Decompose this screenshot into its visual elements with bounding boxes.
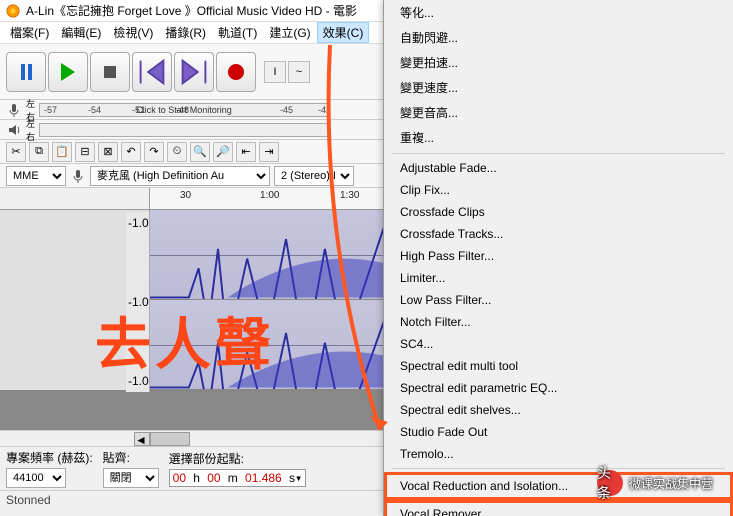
selection-start-time[interactable]: 00 h 00 m 01.486 s▾	[169, 469, 307, 487]
recording-channels-select[interactable]: 2 (Stereo) R	[274, 166, 354, 186]
effect-spectral-multi[interactable]: Spectral edit multi tool	[384, 355, 733, 377]
effect-crossfade-tracks[interactable]: Crossfade Tracks...	[384, 223, 733, 245]
audio-host-select[interactable]: MME	[6, 166, 66, 186]
effect-spectral-eq[interactable]: Spectral edit parametric EQ...	[384, 377, 733, 399]
effect-vocal-remover-highlighted[interactable]: Vocal Remover...	[384, 500, 733, 516]
fit-selection-icon[interactable]: ⇤	[236, 142, 256, 162]
skip-start-button[interactable]	[132, 52, 172, 92]
effect-change-speed[interactable]: 變更速度...	[384, 75, 733, 100]
effect-change-tempo[interactable]: 變更拍速...	[384, 50, 733, 75]
selection-start-label: 選擇部份起點:	[169, 450, 307, 467]
project-rate-select[interactable]: 44100	[6, 468, 66, 488]
microphone-icon-2	[70, 168, 86, 184]
selection-tool-icon[interactable]: I	[264, 61, 286, 83]
effect-tremolo[interactable]: Tremolo...	[384, 443, 733, 465]
effect-studio-fade[interactable]: Studio Fade Out	[384, 421, 733, 443]
fit-project-icon[interactable]: ⇥	[259, 142, 279, 162]
sync-lock-icon[interactable]: ⏲	[167, 142, 187, 162]
effect-repeat[interactable]: 重複...	[384, 125, 733, 150]
effect-limiter[interactable]: Limiter...	[384, 267, 733, 289]
effect-clip-fix[interactable]: Clip Fix...	[384, 179, 733, 201]
snap-to-label: 貼齊:	[103, 449, 159, 466]
recording-device-select[interactable]: 麥克風 (High Definition Au	[90, 166, 270, 186]
playback-meter-track[interactable]	[39, 123, 329, 137]
microphone-icon	[6, 102, 22, 118]
effect-notch-filter[interactable]: Notch Filter...	[384, 311, 733, 333]
skip-end-button[interactable]	[174, 52, 214, 92]
window-title: A-Lin《忘記擁抱 Forget Love 》Official Music V…	[26, 2, 357, 19]
menu-generate[interactable]: 建立(G)	[263, 22, 316, 43]
menu-file[interactable]: 檔案(F)	[4, 22, 55, 43]
scroll-left-arrow[interactable]: ◄	[134, 432, 150, 446]
menu-effect[interactable]: 效果(C)	[317, 22, 370, 43]
effects-dropdown-menu: 等化... 自動閃避... 變更拍速... 變更速度... 變更音高... 重複…	[383, 0, 733, 516]
effect-low-pass[interactable]: Low Pass Filter...	[384, 289, 733, 311]
menu-tracks[interactable]: 軌道(T)	[212, 22, 263, 43]
menu-edit[interactable]: 編輯(E)	[55, 22, 107, 43]
meter-channel-label-2: 左右	[26, 117, 35, 143]
paste-icon[interactable]: 📋	[52, 142, 72, 162]
effect-high-pass[interactable]: High Pass Filter...	[384, 245, 733, 267]
pause-button[interactable]	[6, 52, 46, 92]
redo-icon[interactable]: ↷	[144, 142, 164, 162]
meter-click-text[interactable]: Click to Start Monitoring	[136, 105, 232, 115]
effect-spectral-shelves[interactable]: Spectral edit shelves...	[384, 399, 733, 421]
project-rate-label: 專案頻率 (赫茲):	[6, 449, 93, 466]
play-button[interactable]	[48, 52, 88, 92]
menu-view[interactable]: 檢視(V)	[107, 22, 159, 43]
snap-to-select[interactable]: 關閉	[103, 468, 159, 488]
silence-icon[interactable]: ⊠	[98, 142, 118, 162]
app-icon	[6, 4, 20, 18]
menu-separator	[392, 153, 725, 154]
watermark-icon: 头条	[597, 470, 623, 496]
scroll-thumb[interactable]	[150, 432, 190, 446]
zoom-out-icon[interactable]: 🔎	[213, 142, 233, 162]
watermark-text: 微课实战集中营	[629, 475, 713, 492]
recording-meter-track[interactable]: -57 -54 -51 -48 -45 -42 Click to Start M…	[39, 103, 329, 117]
stop-button[interactable]	[90, 52, 130, 92]
undo-icon[interactable]: ↶	[121, 142, 141, 162]
effect-auto-duck[interactable]: 自動閃避...	[384, 25, 733, 50]
cut-icon[interactable]: ✂	[6, 142, 26, 162]
menu-transport[interactable]: 播錄(R)	[159, 22, 212, 43]
watermark: 头条 微课实战集中营	[597, 470, 713, 496]
status-text: Stonned	[6, 493, 51, 507]
speaker-icon	[6, 122, 22, 138]
effect-adjustable-fade[interactable]: Adjustable Fade...	[384, 157, 733, 179]
trim-icon[interactable]: ⊟	[75, 142, 95, 162]
menu-separator-2	[392, 468, 725, 469]
effect-sc4[interactable]: SC4...	[384, 333, 733, 355]
envelope-tool-icon[interactable]: ~	[288, 61, 310, 83]
effect-equalization[interactable]: 等化...	[384, 0, 733, 25]
annotation-text: 去人聲	[95, 300, 275, 381]
copy-icon[interactable]: ⧉	[29, 142, 49, 162]
effect-change-pitch[interactable]: 變更音高...	[384, 100, 733, 125]
selection-tools: I ~	[264, 61, 310, 83]
effect-crossfade-clips[interactable]: Crossfade Clips	[384, 201, 733, 223]
zoom-in-icon[interactable]: 🔍	[190, 142, 210, 162]
record-button[interactable]	[216, 52, 256, 92]
